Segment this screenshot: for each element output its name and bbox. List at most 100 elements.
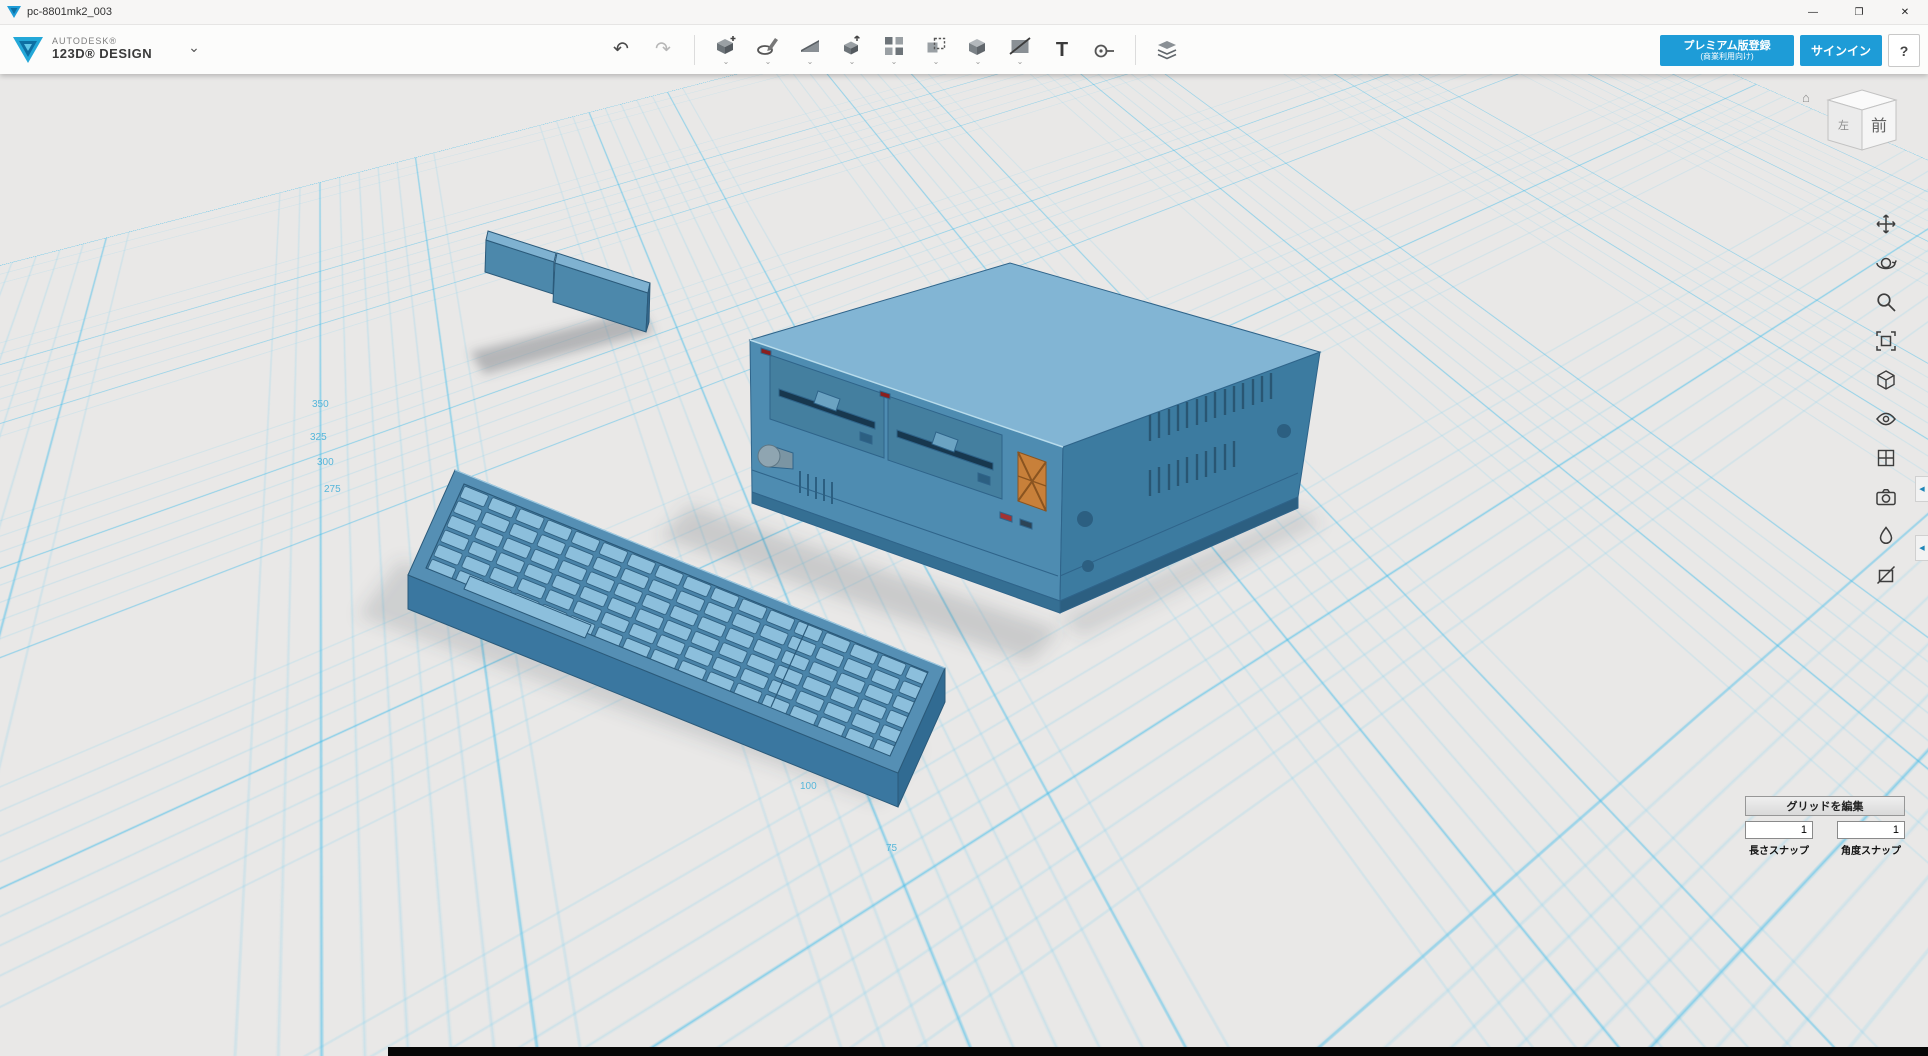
brand-product: 123D® DESIGN (52, 47, 152, 61)
title-bar: pc-8801mk2_003 — ❐ ✕ (0, 0, 1928, 25)
measure-tool[interactable] (1086, 29, 1122, 71)
minimize-button[interactable]: — (1790, 0, 1836, 24)
angle-snap-group: 角度スナップ (1837, 821, 1905, 857)
length-snap-input[interactable] (1745, 821, 1813, 839)
visibility-button[interactable] (1874, 407, 1898, 431)
dropdown-chevron-icon[interactable]: ⌄ (807, 59, 814, 65)
toolbar-separator (694, 35, 695, 65)
angle-snap-label: 角度スナップ (1841, 842, 1901, 857)
grid-axis-label: 300 (317, 457, 334, 468)
volume-knob (758, 445, 780, 467)
wireframe-icon (1875, 447, 1897, 469)
front-panel-bar[interactable] (485, 231, 650, 332)
undo-button[interactable]: ↶ (603, 29, 639, 71)
grouping-tool[interactable]: ⌄ (918, 29, 954, 71)
edit-grid-button[interactable]: グリッドを編集 (1745, 796, 1905, 816)
layers-icon (1154, 38, 1180, 62)
grid-axis-label: 325 (310, 432, 327, 443)
grid-axis-label: 75 (886, 843, 897, 854)
shaded-view-icon (1875, 369, 1897, 391)
pattern-tool[interactable]: ⌄ (876, 29, 912, 71)
zoom-button[interactable] (1874, 290, 1898, 314)
collapsed-panel-tab[interactable]: ◀ (1915, 476, 1928, 502)
dropdown-chevron-icon[interactable]: ⌄ (849, 59, 856, 65)
undo-icon: ↶ (613, 38, 629, 61)
combine-tool[interactable]: ⌄ (960, 29, 996, 71)
dropdown-chevron-icon[interactable]: ⌄ (723, 59, 730, 65)
premium-signup-button[interactable]: プレミアム版登録 (商業利用向け) (1660, 35, 1794, 66)
hide-sketch-icon (1875, 564, 1897, 586)
side-port (1277, 424, 1291, 438)
primitives-tool[interactable]: ⌄ (708, 29, 744, 71)
premium-sublabel: (商業利用向け) (1700, 52, 1753, 61)
view-cube[interactable]: ⌂ 左 前 (1818, 86, 1906, 164)
construct-tool[interactable]: ⌄ (792, 29, 828, 71)
window-title: pc-8801mk2_003 (27, 6, 112, 18)
close-button[interactable]: ✕ (1882, 0, 1928, 24)
bottom-bar (388, 1047, 1928, 1056)
length-snap-label: 長さスナップ (1749, 842, 1809, 857)
measure-icon (1091, 38, 1117, 62)
orange-label (1018, 452, 1046, 511)
main-toolbar: AUTODESK® 123D® DESIGN ⌄ ↶ ↷ ⌄ ⌄ (0, 25, 1928, 74)
main-menu-chevron-icon[interactable]: ⌄ (188, 39, 200, 56)
orbit-button[interactable] (1874, 251, 1898, 275)
view-mode-button[interactable] (1874, 368, 1898, 392)
modify-tool[interactable]: ⌄ (834, 29, 870, 71)
fit-view-button[interactable] (1874, 329, 1898, 353)
window-controls: — ❐ ✕ (1790, 0, 1928, 24)
grid-axis-label: 100 (800, 781, 817, 792)
text-icon: T (1056, 40, 1068, 60)
modify-icon (839, 34, 865, 58)
viewcube-front-label[interactable]: 前 (1871, 117, 1887, 135)
dropdown-chevron-icon[interactable]: ⌄ (1017, 59, 1024, 65)
camera-icon (1875, 486, 1897, 508)
dropdown-chevron-icon[interactable]: ⌄ (975, 59, 982, 65)
fit-view-icon (1875, 330, 1897, 352)
redo-button[interactable]: ↷ (645, 29, 681, 71)
grid-controls: グリッドを編集 長さスナップ 角度スナップ (1745, 796, 1905, 857)
eye-icon (1875, 408, 1897, 430)
screenshot-button[interactable] (1874, 485, 1898, 509)
grid-axis-label: 275 (324, 484, 341, 495)
pan-button[interactable] (1874, 212, 1898, 236)
home-icon[interactable]: ⌂ (1802, 90, 1810, 105)
model-scene (0, 74, 1928, 1056)
hide-sketch-button[interactable] (1874, 563, 1898, 587)
side-port (1082, 560, 1094, 572)
tool-strip: ↶ ↷ ⌄ ⌄ ⌄ (600, 25, 1188, 74)
material-button[interactable] (1874, 524, 1898, 548)
dropdown-chevron-icon[interactable]: ⌄ (765, 59, 772, 65)
zoom-icon (1875, 291, 1897, 313)
redo-icon: ↷ (655, 38, 671, 61)
123d-logo-icon (12, 36, 44, 64)
dropdown-chevron-icon[interactable]: ⌄ (891, 59, 898, 65)
dropdown-chevron-icon[interactable]: ⌄ (933, 59, 940, 65)
combine-icon (965, 34, 991, 58)
pan-icon (1875, 213, 1897, 235)
side-port (1077, 511, 1093, 527)
primitives-icon (713, 34, 739, 58)
text-tool[interactable]: T (1044, 29, 1080, 71)
toolbar-right-group: プレミアム版登録 (商業利用向け) サインイン ? (1660, 34, 1920, 67)
restore-button[interactable]: ❐ (1836, 0, 1882, 24)
split-icon (1007, 34, 1033, 58)
angle-snap-input[interactable] (1837, 821, 1905, 839)
toolbar-separator (1135, 35, 1136, 65)
brand-text: AUTODESK® 123D® DESIGN (52, 37, 152, 61)
premium-label: プレミアム版登録 (1683, 40, 1770, 53)
pattern-icon (881, 34, 907, 58)
outline-button[interactable] (1874, 446, 1898, 470)
3d-viewport[interactable]: 350 325 300 275 100 75 (0, 74, 1928, 1056)
sketch-icon (755, 34, 781, 58)
help-button[interactable]: ? (1888, 34, 1920, 67)
viewcube-left-label[interactable]: 左 (1838, 119, 1849, 132)
split-tool[interactable]: ⌄ (1002, 29, 1038, 71)
grid-axis-label: 350 (312, 399, 329, 410)
parts-library-tool[interactable] (1149, 29, 1185, 71)
sketch-tool[interactable]: ⌄ (750, 29, 786, 71)
length-snap-group: 長さスナップ (1745, 821, 1813, 857)
orbit-icon (1875, 252, 1897, 274)
signin-button[interactable]: サインイン (1800, 35, 1882, 66)
collapsed-panel-tab[interactable]: ◀ (1915, 535, 1928, 561)
